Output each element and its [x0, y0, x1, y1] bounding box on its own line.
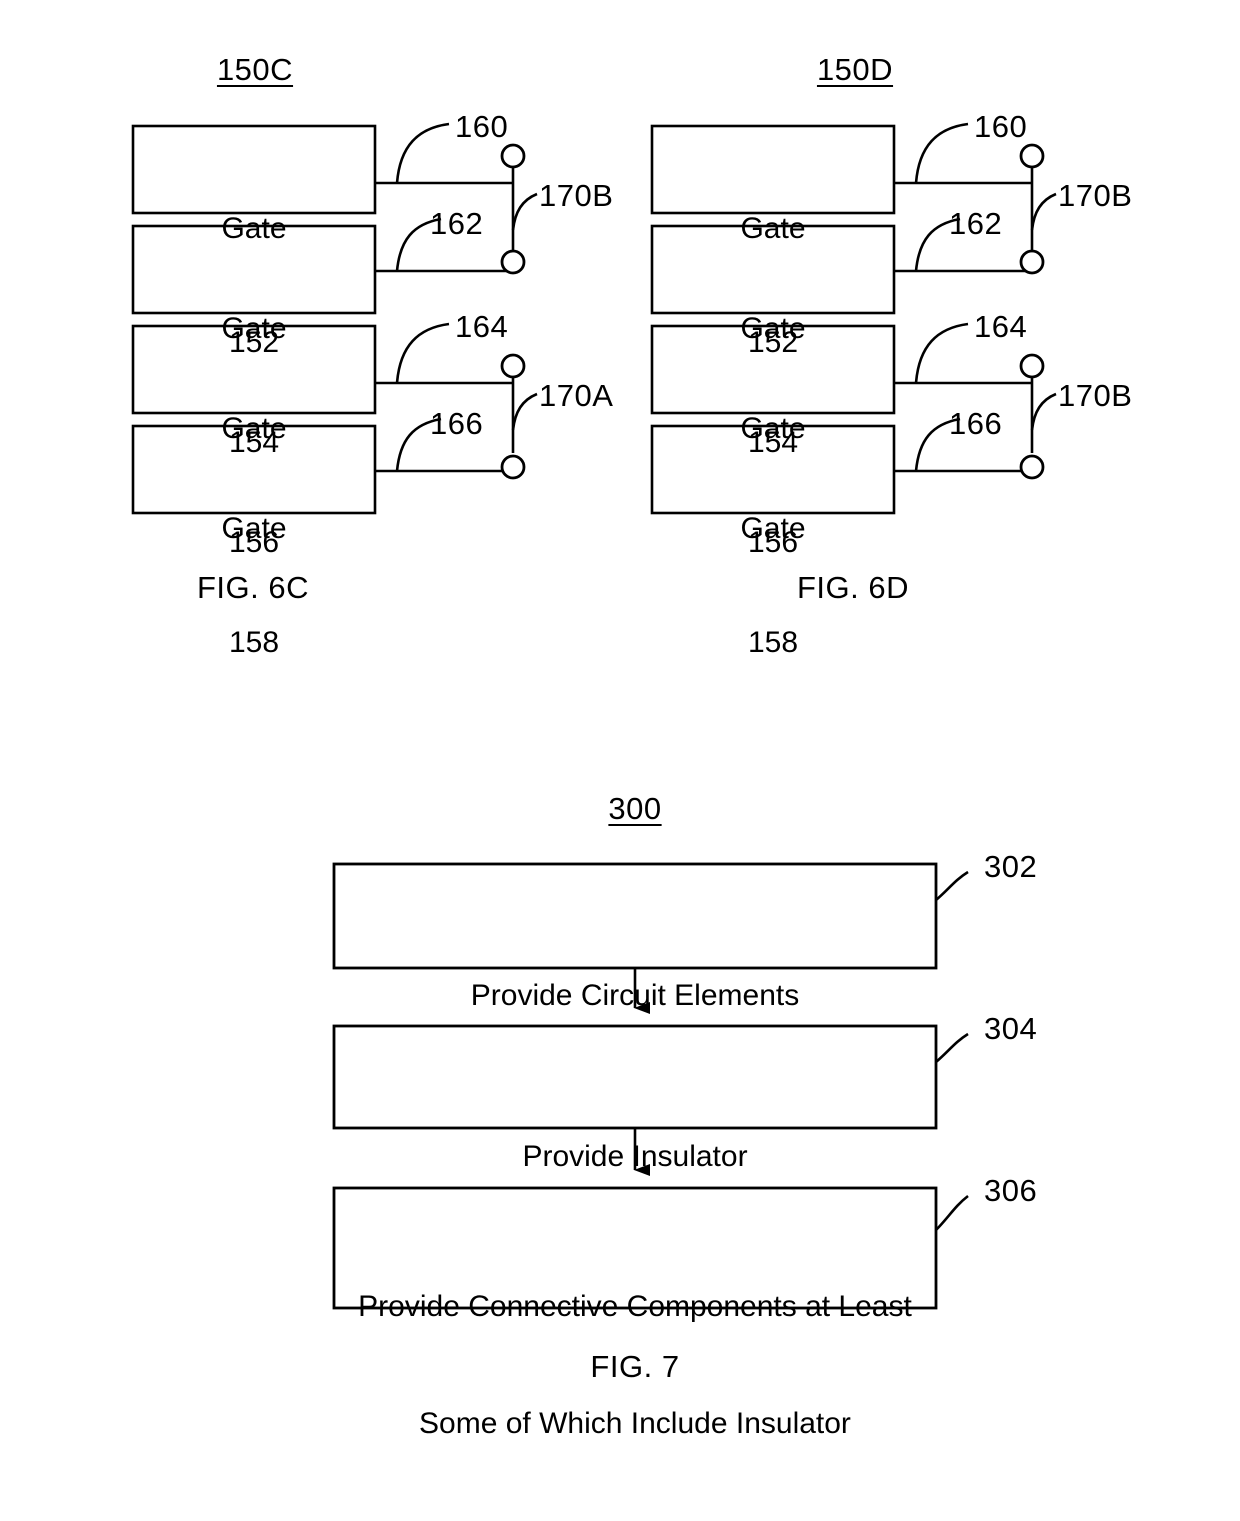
fig7-caption: FIG. 7 — [590, 1349, 680, 1384]
ref-160-label-d: 160 — [974, 109, 1028, 144]
leader-164-d — [914, 322, 969, 384]
flow-step-304-line1: Provide Insulator — [522, 1140, 748, 1173]
gate-158-number: 158 — [228, 626, 280, 659]
ref-166-label-d: 166 — [949, 406, 1003, 441]
leader-164 — [395, 322, 450, 384]
ref-160-label: 160 — [455, 109, 509, 144]
leader-170b-upper — [511, 192, 538, 231]
flow-step-302-line1: Provide Circuit Elements — [470, 979, 800, 1012]
leader-304 — [935, 1032, 969, 1063]
ref-170b-upper-label: 170B — [539, 178, 614, 213]
leader-306 — [935, 1194, 969, 1231]
terminal-circle-160-d — [1019, 143, 1045, 169]
flow-step-306-line2: Some of Which Include Insulator — [419, 1407, 851, 1440]
flow-step-306-line1: Provide Connective Components at Least — [358, 1290, 912, 1323]
gate-158-name-d: Gate — [740, 512, 806, 545]
fig6c-caption: FIG. 6C — [196, 570, 310, 605]
ref-304-label: 304 — [984, 1011, 1038, 1046]
ref-170a-lower-label: 170A — [539, 378, 614, 413]
patent-drawing-sheet: 150C Gate 152 Gate 154 Gate 156 Gate 158… — [0, 0, 1240, 1440]
ref-164-label-d: 164 — [974, 309, 1028, 344]
leader-302 — [935, 870, 969, 901]
fig6d-caption: FIG. 6D — [796, 570, 910, 605]
leader-160-d — [914, 122, 969, 184]
fig6c-reference-label: 150C — [216, 52, 294, 87]
gate-158-name: Gate — [221, 512, 287, 545]
leader-170b-upper-d — [1030, 192, 1057, 231]
leader-170b-lower-d — [1030, 392, 1057, 431]
ref-166-label: 166 — [430, 406, 484, 441]
ref-170b-lower-label-d: 170B — [1058, 378, 1133, 413]
ref-162-label: 162 — [430, 206, 484, 241]
leader-160 — [395, 122, 450, 184]
leader-170a-lower — [511, 392, 538, 431]
terminal-circle-164 — [500, 353, 526, 379]
terminal-circle-160 — [500, 143, 526, 169]
terminal-circle-164-d — [1019, 353, 1045, 379]
ref-306-label: 306 — [984, 1173, 1038, 1208]
terminal-circle-162 — [500, 249, 526, 275]
ref-164-label: 164 — [455, 309, 509, 344]
ref-302-label: 302 — [984, 849, 1038, 884]
ref-170b-upper-label-d: 170B — [1058, 178, 1133, 213]
gate-158-number-d: 158 — [747, 626, 799, 659]
fig6d-reference-label: 150D — [816, 52, 894, 87]
ref-162-label-d: 162 — [949, 206, 1003, 241]
fig7-reference-label: 300 — [608, 791, 662, 826]
terminal-circle-166-d — [1019, 454, 1045, 480]
terminal-circle-166 — [500, 454, 526, 480]
terminal-circle-162-d — [1019, 249, 1045, 275]
